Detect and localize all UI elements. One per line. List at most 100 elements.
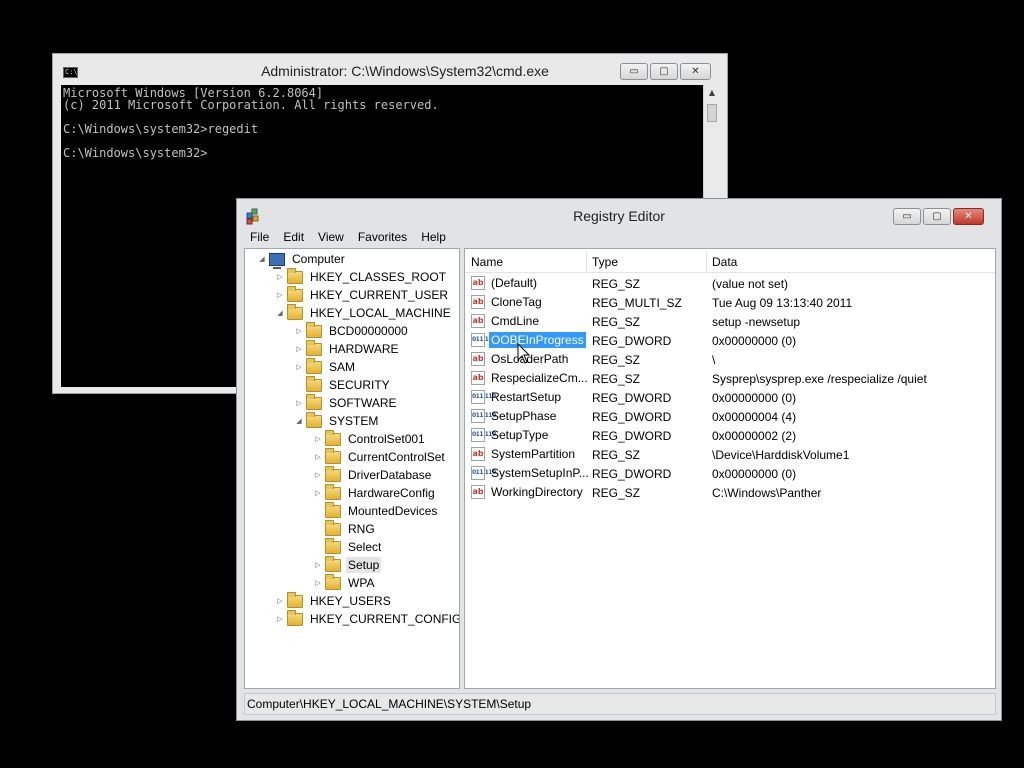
menu-file[interactable]: File (243, 229, 276, 247)
string-value-icon: ab (471, 447, 485, 461)
value-row[interactable]: ab CloneTag REG_MULTI_SZ Tue Aug 09 13:13:4… (465, 293, 995, 312)
value-row[interactable]: 011 110 SetupPhase REG_DWORD 0x00000004 (4) (465, 407, 995, 426)
string-value-icon: ab (471, 314, 485, 328)
folder-icon (306, 411, 322, 428)
folder-icon (306, 321, 322, 338)
regedit-minimize-button[interactable]: ▭ (893, 208, 921, 225)
tree-collapsed-arrow-icon[interactable]: ▷ (275, 291, 285, 299)
tree-item[interactable]: Select (313, 537, 383, 556)
column-separator[interactable] (586, 251, 587, 271)
tree-collapsed-arrow-icon[interactable]: ▷ (294, 399, 304, 407)
value-row[interactable]: 011 110 RestartSetup REG_DWORD 0x00000000 (… (465, 388, 995, 407)
value-name: SetupPhase (491, 409, 557, 423)
tree-collapsed-arrow-icon[interactable]: ▷ (275, 615, 285, 623)
cmd-caption-buttons: ▭ ▢ ✕ (620, 63, 711, 80)
registry-key-tree[interactable]: ◢ Computer ▷ HKEY_CLASSES_ROOT ▷ HKEY_CURRENT… (244, 248, 460, 689)
value-name-cell: ab CmdLine (471, 313, 541, 329)
tree-item-label: SAM (329, 360, 356, 374)
tree-item[interactable]: ▷ HKEY_CLASSES_ROOT (275, 267, 448, 286)
cmd-scrollbar-thumb[interactable] (707, 104, 717, 122)
tree-item[interactable]: MountedDevices (313, 501, 439, 520)
tree-collapsed-arrow-icon[interactable]: ▷ (313, 435, 323, 443)
value-name: SystemPartition (491, 447, 576, 461)
value-row[interactable]: 011 110 SystemSetupInP... REG_DWORD 0x00000… (465, 464, 995, 483)
folder-icon (325, 573, 341, 590)
menu-view[interactable]: View (311, 229, 351, 247)
value-row[interactable]: ab OsLoaderPath REG_SZ \ (465, 350, 995, 369)
folder-icon (306, 339, 322, 356)
string-value-icon: ab (471, 276, 485, 290)
value-name-cell: 011 110 RestartSetup (471, 389, 563, 405)
tree-item[interactable]: ▷ HKEY_USERS (275, 591, 393, 610)
tree-item[interactable]: ▷ BCD00000000 (294, 321, 410, 340)
value-type: REG_MULTI_SZ (592, 296, 682, 310)
regedit-close-button[interactable]: ✕ (953, 208, 984, 225)
tree-item[interactable]: ◢ HKEY_LOCAL_MACHINE (275, 303, 453, 322)
regedit-titlebar[interactable]: Registry Editor ▭ ▢ ✕ (237, 199, 1001, 231)
tree-collapsed-arrow-icon[interactable]: ▷ (275, 273, 285, 281)
tree-collapsed-arrow-icon[interactable]: ▷ (313, 561, 323, 569)
tree-expanded-arrow-icon[interactable]: ◢ (294, 417, 304, 425)
value-row[interactable]: ab SystemPartition REG_SZ \Device\HarddiskV… (465, 445, 995, 464)
tree-collapsed-arrow-icon[interactable]: ▷ (294, 363, 304, 371)
value-row[interactable]: ab RespecializeCm... REG_SZ Sysprep\sysprep… (465, 369, 995, 388)
tree-collapsed-arrow-icon[interactable]: ▷ (313, 453, 323, 461)
tree-item[interactable]: RNG (313, 519, 377, 538)
value-row[interactable]: 011 110 OOBEInProgress REG_DWORD 0x00000000… (465, 331, 995, 350)
tree-item[interactable]: ▷ HARDWARE (294, 339, 401, 358)
value-name: RestartSetup (491, 390, 562, 404)
tree-collapsed-arrow-icon[interactable]: ▷ (313, 489, 323, 497)
dword-value-icon: 011 110 (471, 390, 496, 404)
tree-collapsed-arrow-icon[interactable]: ▷ (313, 579, 323, 587)
value-name-cell: 011 110 SetupPhase (471, 408, 558, 424)
tree-item-label: HKEY_USERS (310, 594, 391, 608)
tree-item[interactable]: ◢ SYSTEM (294, 411, 380, 430)
regedit-maximize-button[interactable]: ▢ (923, 208, 951, 225)
tree-item[interactable]: ▷ SOFTWARE (294, 393, 399, 412)
menu-favorites[interactable]: Favorites (351, 229, 414, 247)
cmd-minimize-button[interactable]: ▭ (620, 63, 648, 80)
tree-item-label: Select (348, 540, 382, 554)
tree-item[interactable]: ▷ SAM (294, 357, 357, 376)
value-row[interactable]: ab (Default) REG_SZ (value not set) (465, 274, 995, 293)
value-name: OOBEInProgress (489, 332, 586, 348)
tree-item[interactable]: ▷ HKEY_CURRENT_CONFIG (275, 609, 459, 628)
tree-item[interactable]: ▷ DriverDatabase (313, 465, 433, 484)
value-type: REG_DWORD (592, 391, 672, 405)
column-header-type[interactable]: Type (592, 255, 618, 269)
tree-item[interactable]: ▷ ControlSet001 (313, 429, 427, 448)
tree-item[interactable]: ▷ Setup (313, 555, 382, 574)
tree-collapsed-arrow-icon[interactable]: ▷ (275, 597, 285, 605)
tree-expanded-arrow-icon[interactable]: ◢ (257, 255, 267, 263)
tree-collapsed-arrow-icon[interactable]: ▷ (313, 471, 323, 479)
registry-values-list[interactable]: Name Type Data ab (Default) REG_SZ (value n… (464, 248, 996, 689)
cmd-maximize-button[interactable]: ▢ (650, 63, 678, 80)
regedit-window-title: Registry Editor (573, 208, 665, 224)
tree-item-label: RNG (348, 522, 375, 536)
value-row[interactable]: ab CmdLine REG_SZ setup -newsetup (465, 312, 995, 331)
value-name: CmdLine (491, 314, 540, 328)
string-value-icon: ab (471, 295, 485, 309)
menu-edit[interactable]: Edit (276, 229, 311, 247)
value-row[interactable]: ab WorkingDirectory REG_SZ C:\Windows\Panth… (465, 483, 995, 502)
value-name: SystemSetupInP... (491, 466, 589, 480)
tree-item[interactable]: ▷ CurrentControlSet (313, 447, 447, 466)
cmd-close-button[interactable]: ✕ (680, 63, 711, 80)
tree-item[interactable]: ◢ Computer (257, 250, 347, 269)
tree-collapsed-arrow-icon[interactable]: ▷ (294, 345, 304, 353)
column-separator[interactable] (706, 251, 707, 271)
tree-item[interactable]: ▷ HKEY_CURRENT_USER (275, 285, 450, 304)
menu-help[interactable]: Help (414, 229, 453, 247)
tree-item[interactable]: ▷ HardwareConfig (313, 483, 437, 502)
tree-expanded-arrow-icon[interactable]: ◢ (275, 309, 285, 317)
cmd-titlebar[interactable]: C:\. Administrator: C:\Windows\System32\… (53, 54, 727, 87)
column-header-name[interactable]: Name (471, 255, 503, 269)
value-type: REG_SZ (592, 315, 641, 329)
tree-item[interactable]: SECURITY (294, 375, 392, 394)
value-type: REG_DWORD (592, 410, 672, 424)
value-row[interactable]: 011 110 SetupType REG_DWORD 0x00000002 (2) (465, 426, 995, 445)
column-header-data[interactable]: Data (712, 255, 737, 269)
scroll-up-arrow-icon[interactable]: ▲ (704, 85, 720, 102)
tree-item[interactable]: ▷ WPA (313, 573, 376, 592)
tree-collapsed-arrow-icon[interactable]: ▷ (294, 327, 304, 335)
